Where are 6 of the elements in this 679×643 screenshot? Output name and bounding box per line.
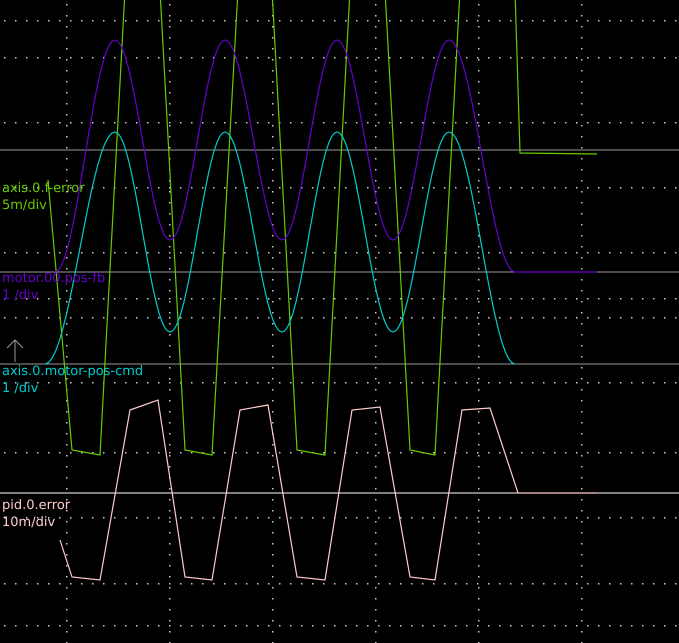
channel-name: pid.0.error — [2, 497, 70, 514]
channel-scale: 5m/div — [2, 197, 47, 214]
channel-scale: 10m/div — [2, 514, 56, 531]
channel-scale: 1 /div — [2, 380, 38, 397]
trigger-arrow-icon — [6, 339, 24, 362]
channel-scale: 1 /div — [2, 287, 38, 304]
